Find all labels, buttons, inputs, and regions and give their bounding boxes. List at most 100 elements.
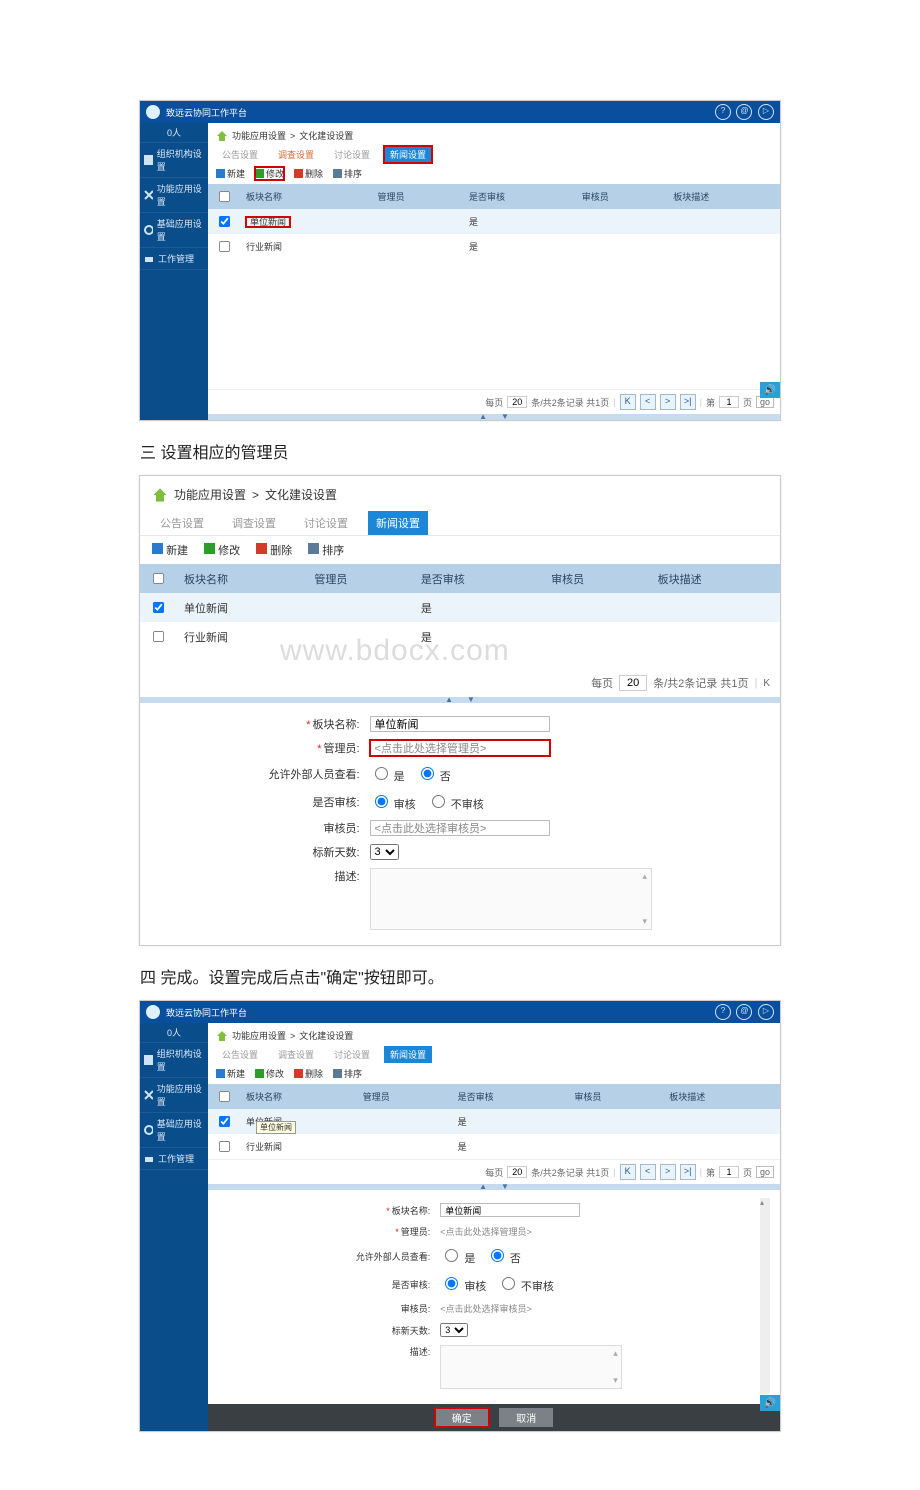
table-row[interactable]: 行业新闻 是 (140, 622, 780, 651)
delete-button[interactable]: 删除 (294, 1067, 323, 1080)
table-row[interactable]: 单位新闻 是 (140, 593, 780, 622)
new-button[interactable]: 新建 (152, 542, 188, 558)
delete-button[interactable]: 删除 (294, 167, 323, 180)
sidebar-item-base[interactable]: 基础应用设置 (140, 1112, 208, 1147)
scroll-up-icon[interactable]: ▴ (613, 1348, 619, 1359)
drag-down-icon[interactable]: ▼ (501, 414, 509, 420)
audit-yes-option[interactable]: 审核 (440, 1281, 486, 1293)
at-icon[interactable]: @ (736, 104, 752, 120)
audit-yes-option[interactable]: 审核 (370, 799, 416, 811)
page-number-input[interactable] (719, 396, 739, 408)
row-check[interactable] (153, 631, 164, 642)
days-select[interactable]: 3 (370, 844, 399, 860)
edit-button[interactable]: 修改 (255, 167, 284, 180)
desc-textarea[interactable]: ▴▾ (370, 868, 652, 930)
tab-announce[interactable]: 公告设置 (216, 146, 264, 163)
out-no-option[interactable]: 否 (416, 771, 451, 783)
drag-down-icon[interactable]: ▼ (501, 1184, 509, 1190)
crumb-a[interactable]: 功能应用设置 (232, 1029, 286, 1042)
sound-icon[interactable]: 🔊 (760, 1395, 780, 1411)
sidebar-item-work[interactable]: 工作管理 (140, 247, 208, 270)
desc-textarea[interactable]: ▴▾ (440, 1345, 622, 1389)
new-button[interactable]: 新建 (216, 167, 245, 180)
tab-news[interactable]: 新闻设置 (368, 511, 428, 535)
ok-button[interactable]: 确定 (435, 1408, 489, 1427)
row-check[interactable] (219, 216, 230, 227)
sort-button[interactable]: 排序 (308, 542, 344, 558)
scroll-up-icon[interactable]: ▴ (760, 1198, 764, 1207)
col-check[interactable] (208, 184, 240, 209)
pager-prev-button[interactable]: < (640, 1164, 656, 1180)
pager-first-button[interactable]: K (620, 1164, 636, 1180)
col-check[interactable] (140, 564, 176, 593)
name-input[interactable] (370, 716, 550, 732)
name-input[interactable] (440, 1203, 580, 1217)
sidebar-item-func[interactable]: 功能应用设置 (140, 177, 208, 212)
mgr-input[interactable] (370, 740, 550, 756)
drag-up-icon[interactable]: ▲ (445, 697, 453, 703)
page-number-input[interactable] (719, 1166, 739, 1178)
drag-up-icon[interactable]: ▲ (479, 1184, 487, 1190)
new-button[interactable]: 新建 (216, 1067, 245, 1080)
crumb-b[interactable]: 文化建设设置 (265, 486, 337, 503)
scroll-down-icon[interactable]: ▾ (643, 916, 649, 927)
pager-prev-button[interactable]: < (640, 394, 656, 410)
cancel-button[interactable]: 取消 (499, 1408, 553, 1427)
pager-next-button[interactable]: > (660, 394, 676, 410)
sidebar-item-org[interactable]: 组织机构设置 (140, 1042, 208, 1077)
crumb-a[interactable]: 功能应用设置 (232, 129, 286, 142)
tab-announce[interactable]: 公告设置 (152, 511, 212, 535)
sidebar-item-work[interactable]: 工作管理 (140, 1147, 208, 1170)
row-check[interactable] (219, 241, 230, 252)
col-check[interactable] (208, 1084, 240, 1109)
tab-discuss[interactable]: 讨论设置 (328, 1046, 376, 1063)
help-icon[interactable]: ? (715, 1004, 731, 1020)
page-size-input[interactable] (507, 396, 527, 408)
out-yes-option[interactable]: 是 (370, 771, 405, 783)
exit-icon[interactable]: ▷ (758, 104, 774, 120)
sort-button[interactable]: 排序 (333, 1067, 362, 1080)
table-row[interactable]: 行业新闻 是 (208, 1134, 780, 1159)
tab-news[interactable]: 新闻设置 (384, 146, 432, 163)
table-row[interactable]: 单位新闻 是 (208, 209, 780, 234)
crumb-b[interactable]: 文化建设设置 (299, 129, 353, 142)
edit-button[interactable]: 修改 (204, 542, 240, 558)
sidebar-item-base[interactable]: 基础应用设置 (140, 212, 208, 247)
sound-icon[interactable]: 🔊 (760, 382, 780, 398)
pager-go-button[interactable]: go (756, 1166, 774, 1178)
sidebar-item-func[interactable]: 功能应用设置 (140, 1077, 208, 1112)
sort-button[interactable]: 排序 (333, 167, 362, 180)
audit-no-option[interactable]: 不审核 (427, 799, 484, 811)
crumb-a[interactable]: 功能应用设置 (174, 486, 246, 503)
row-check[interactable] (219, 1141, 230, 1152)
page-size-input[interactable] (507, 1166, 527, 1178)
scroll-down-icon[interactable]: ▾ (613, 1375, 619, 1386)
out-no-option[interactable]: 否 (486, 1253, 521, 1265)
pager-last-button[interactable]: >| (680, 394, 696, 410)
auditor-input[interactable]: <点击此处选择审核员> (440, 1304, 532, 1314)
days-select[interactable]: 3 (440, 1323, 468, 1337)
pager-next-button[interactable]: > (660, 1164, 676, 1180)
scroll-up-icon[interactable]: ▴ (643, 871, 649, 882)
drag-down-icon[interactable]: ▼ (467, 697, 475, 703)
pager-last-button[interactable]: >| (680, 1164, 696, 1180)
drag-up-icon[interactable]: ▲ (479, 414, 487, 420)
row-check[interactable] (219, 1116, 230, 1127)
table-row[interactable]: 行业新闻 是 (208, 234, 780, 259)
at-icon[interactable]: @ (736, 1004, 752, 1020)
tab-survey[interactable]: 调查设置 (272, 1046, 320, 1063)
tab-survey[interactable]: 调查设置 (224, 511, 284, 535)
out-yes-option[interactable]: 是 (440, 1253, 475, 1265)
row-check[interactable] (153, 602, 164, 613)
pager-first-button[interactable]: K (763, 678, 770, 689)
exit-icon[interactable]: ▷ (758, 1004, 774, 1020)
tab-discuss[interactable]: 讨论设置 (296, 511, 356, 535)
auditor-input[interactable] (370, 820, 550, 836)
mgr-input[interactable]: <点击此处选择管理员> (440, 1227, 532, 1237)
tab-announce[interactable]: 公告设置 (216, 1046, 264, 1063)
tab-news[interactable]: 新闻设置 (384, 1046, 432, 1063)
edit-button[interactable]: 修改 (255, 1067, 284, 1080)
tab-discuss[interactable]: 讨论设置 (328, 146, 376, 163)
table-row[interactable]: 单位新闻 单位新闻 是 (208, 1109, 780, 1134)
delete-button[interactable]: 删除 (256, 542, 292, 558)
